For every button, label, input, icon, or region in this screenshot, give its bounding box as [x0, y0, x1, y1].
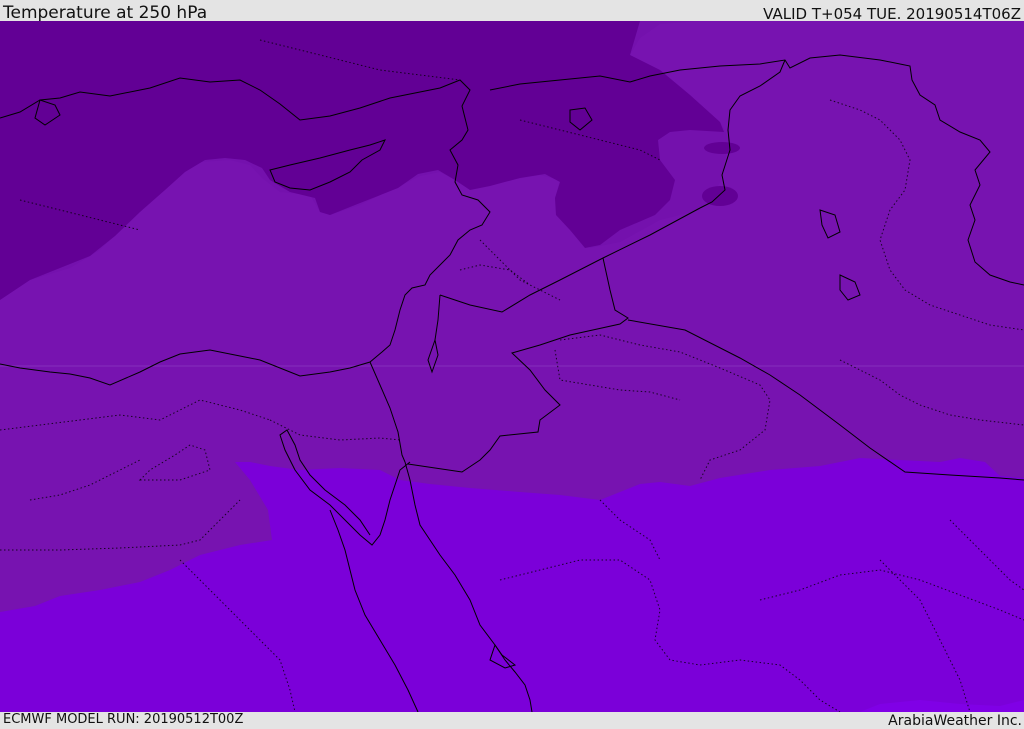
map-canvas [0, 21, 1024, 712]
cold-pocket [702, 186, 738, 206]
cold-pocket-east [704, 142, 740, 154]
map-footer: ECMWF MODEL RUN: 20190512T00Z ArabiaWeat… [0, 712, 1024, 729]
credit-label: ArabiaWeather Inc. [888, 713, 1022, 729]
temperature-map [0, 21, 1024, 712]
map-title: Temperature at 250 hPa [3, 3, 208, 23]
map-header: Temperature at 250 hPa VALID T+054 TUE. … [0, 0, 1024, 23]
model-run-label: ECMWF MODEL RUN: 20190512T00Z [3, 712, 244, 727]
